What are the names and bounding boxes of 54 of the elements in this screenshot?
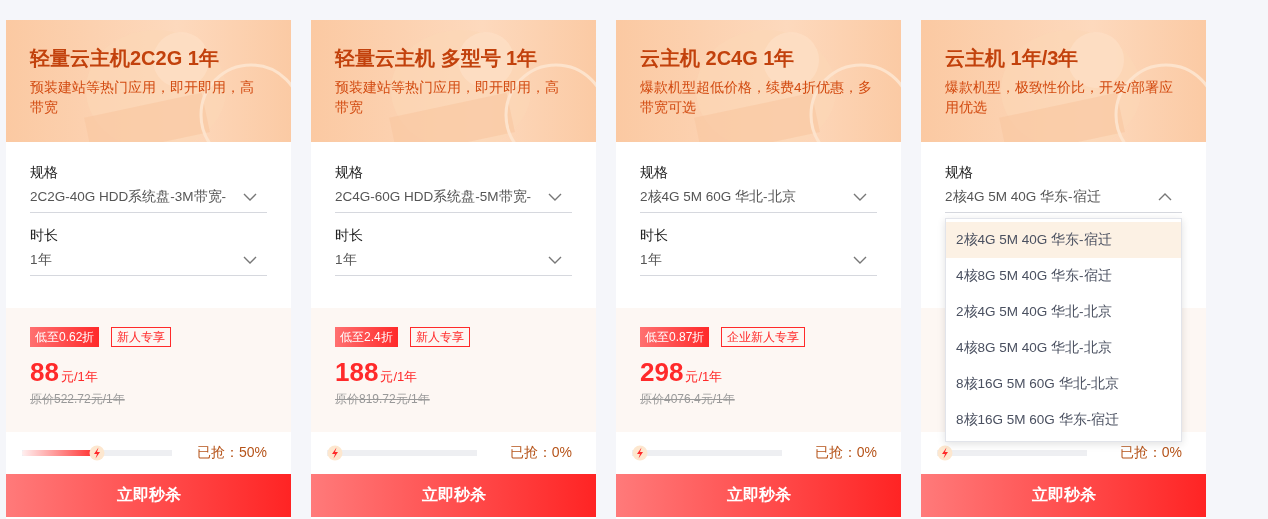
field-label: 时长 (640, 226, 669, 245)
price-unit: 元/1年 (60, 368, 98, 386)
select-field[interactable]: 2C4G-60G HDD系统盘-5M带宽- (335, 182, 572, 213)
dropdown-option[interactable]: 2核4G 5M 40G 华北-北京 (946, 294, 1181, 330)
promo-tag: 新人专享 (111, 327, 172, 347)
sold-percentage: 已抢：50% (196, 444, 267, 462)
field-label: 时长 (30, 226, 59, 245)
select-field[interactable]: 2核4G 5M 40G 华东-宿迁 (945, 182, 1182, 213)
select-field[interactable]: 1年 (335, 245, 572, 276)
select-field[interactable]: 2C2G-40G HDD系统盘-3M带宽- (30, 182, 267, 213)
select-field[interactable]: 1年 (640, 245, 877, 276)
field-label: 规格 (945, 163, 974, 182)
price: 298 (640, 357, 684, 388)
price-unit: 元/1年 (380, 368, 418, 386)
card-title: 轻量云主机2C2G 1年 (30, 46, 220, 71)
sold-percentage: 已抢：0% (1119, 444, 1182, 462)
chevron-down-icon (243, 256, 257, 264)
dropdown-option[interactable]: 8核16G 5M 60G 华北-北京 (946, 366, 1181, 402)
price: 88 (30, 357, 59, 388)
discount-tag: 低至2.4折 (335, 327, 398, 347)
promo-tag: 企业新人专享 (721, 327, 806, 347)
dropdown-option[interactable]: 8核16G 5M 60G 华东-宿迁 (946, 402, 1181, 438)
field-label: 规格 (335, 163, 364, 182)
promo-tag: 新人专享 (409, 327, 470, 347)
chevron-down-icon (548, 256, 562, 264)
card-description: 预装建站等热门应用，即开即用，高带宽 (30, 79, 255, 117)
original-price: 原价522.72元/1年 (30, 391, 126, 408)
card-description: 预装建站等热门应用，即开即用，高带宽 (335, 79, 560, 117)
dropdown-option[interactable]: 4核8G 5M 40G 华东-宿迁 (946, 258, 1181, 294)
dropdown-option[interactable]: 2核4G 5M 40G 华东-宿迁 (946, 222, 1181, 258)
select-field[interactable]: 2核4G 5M 60G 华北-北京 (640, 182, 877, 213)
card-title: 轻量云主机 多型号 1年 (335, 46, 539, 71)
select-field[interactable]: 1年 (30, 245, 267, 276)
discount-tag: 低至0.87折 (640, 327, 710, 347)
chevron-down-icon (243, 193, 257, 201)
original-price: 原价819.72元/1年 (335, 391, 431, 408)
original-price: 原价4076.4元/1年 (640, 391, 736, 408)
chevron-down-icon (548, 193, 562, 201)
card-description: 爆款机型，极致性价比，开发/部署应用优选 (945, 79, 1174, 117)
dropdown-option[interactable]: 4核8G 5M 40G 华北-北京 (946, 330, 1181, 366)
sold-percentage: 已抢：0% (509, 444, 572, 462)
field-label: 规格 (30, 163, 59, 182)
price: 188 (335, 357, 379, 388)
field-label: 规格 (640, 163, 669, 182)
field-label: 时长 (335, 226, 364, 245)
discount-tag: 低至0.62折 (30, 327, 100, 347)
chevron-down-icon (853, 256, 867, 264)
card-title: 云主机 2C4G 1年 (640, 46, 796, 71)
chevron-down-icon (853, 193, 867, 201)
sold-percentage: 已抢：0% (814, 444, 877, 462)
card-title: 云主机 1年/3年 (945, 46, 1080, 71)
card-description: 爆款机型超低价格，续费4折优惠，多带宽可选 (640, 79, 873, 117)
chevron-up-icon (1158, 193, 1172, 201)
price-unit: 元/1年 (685, 368, 723, 386)
